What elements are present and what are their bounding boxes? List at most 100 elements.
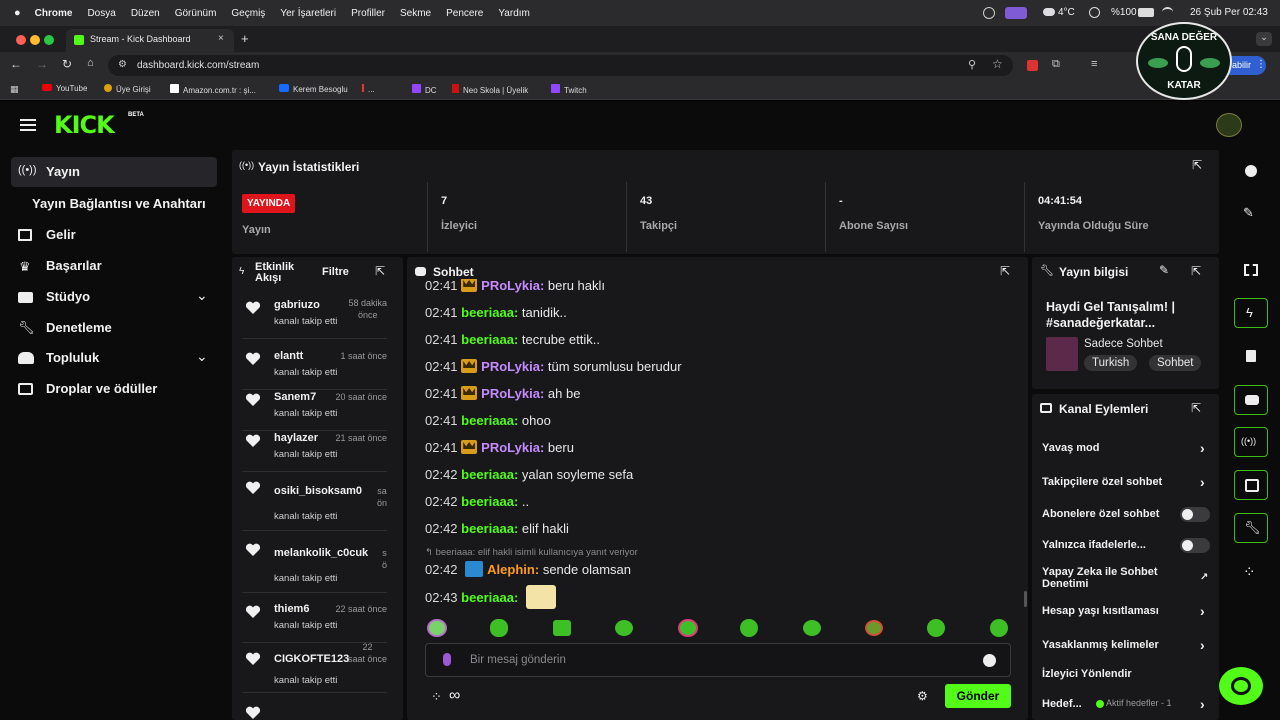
new-tab-button[interactable]: + [241,31,249,46]
tag-chip[interactable]: Sohbet [1149,355,1202,371]
wifi-icon[interactable] [1162,7,1173,17]
subscribers-only-toggle[interactable] [1180,507,1210,522]
send-button[interactable]: Gönder [945,684,1011,708]
emote-3[interactable] [553,620,571,636]
bookmark-neo-skola[interactable]: Neo Skola | Üyelik [452,84,528,95]
sidebar-item-studyo[interactable]: Stüdyo ⌄ [18,287,218,309]
action-ai-moderation[interactable]: Yapay Zeka ile Sohbet Denetimi ↗ [1042,566,1210,590]
rail-button-moderation[interactable]: 🔧︎ [1234,513,1268,543]
bookmark-amazon[interactable]: Amazon.com.tr : şi... [170,84,256,95]
expand-icon[interactable]: ⇱ [375,264,385,278]
emote-4[interactable] [615,620,633,636]
menu-item[interactable]: Görünüm [175,8,217,19]
sidebar-item-droplar[interactable]: Droplar ve ödüller [18,381,218,401]
menu-item[interactable]: Düzen [131,8,160,19]
hamburger-menu-icon[interactable] [20,119,36,131]
msg-username[interactable]: beeriaaa [461,467,514,482]
extension-icon[interactable] [1027,60,1038,71]
rail-button-chat[interactable] [1234,385,1268,415]
sidebar-item-denetleme[interactable]: 🔧︎ Denetleme [18,320,218,340]
msg-username[interactable]: beeriaaa [461,305,514,320]
rail-button-lightning[interactable]: ϟ [1234,298,1268,328]
clock[interactable]: 26 Şub Per 02:43 [1190,7,1268,18]
apple-icon[interactable]: ● [14,7,21,19]
msg-username[interactable]: PRoLykia [481,279,540,293]
emote-2[interactable] [490,619,508,637]
home-icon[interactable]: ⌂ [87,57,94,69]
action-goals[interactable]: Hedef... Aktif hedefler - 1 › [1042,697,1210,711]
emote-5[interactable] [678,619,698,637]
close-window-button[interactable] [16,35,26,45]
menu-item[interactable]: Profiller [351,8,385,19]
filter-button[interactable]: Filtre [322,266,349,278]
support-button[interactable] [1219,667,1263,705]
menu-item[interactable]: Pencere [446,8,483,19]
emote-6[interactable] [740,619,758,637]
action-host-viewers[interactable]: İzleyici Yönlendir [1042,668,1210,680]
kick-logo[interactable]: KICK [54,111,115,139]
menu-dots-icon[interactable]: ⋮ [1256,59,1266,70]
sidebar-item-yayin[interactable]: ((•)) Yayın [11,157,217,187]
expand-icon[interactable]: ⇱ [1000,264,1010,278]
screenshot-icon[interactable] [1244,264,1258,276]
zoom-window-button[interactable] [44,35,54,45]
microphone-icon[interactable] [443,653,451,666]
edit-icon[interactable]: ✎ [1243,205,1254,221]
infinity-icon[interactable]: ∞ [449,687,460,705]
sidebar-item-gelir[interactable]: Gelir [18,227,218,247]
edit-pencil-icon[interactable]: ✎ [1159,263,1169,277]
category-name[interactable]: Sadece Sohbet [1084,338,1163,350]
action-account-age[interactable]: Hesap yaşı kısıtlaması › [1042,604,1210,618]
rail-button-actions[interactable] [1234,470,1268,500]
msg-username[interactable]: beeriaaa [461,494,514,509]
forward-icon[interactable]: → [36,57,48,71]
url-text[interactable]: dashboard.kick.com/stream [137,60,259,71]
address-field[interactable]: ⚙ dashboard.kick.com/stream ⚲ ☆ [108,55,1013,76]
emote-9[interactable] [927,619,945,637]
emote-1[interactable] [427,619,447,637]
menu-item[interactable]: Geçmiş [231,8,265,19]
msg-username[interactable]: Alephin [487,562,535,577]
msg-username[interactable]: beeriaaa [461,413,514,428]
rail-button-broadcast[interactable]: ((•)) [1234,427,1268,457]
menu-item[interactable]: Dosya [87,8,115,19]
expand-icon[interactable]: ⇱ [1192,158,1202,172]
event-username[interactable]: melankolik_c0cuk [274,547,384,559]
tab-close-icon[interactable]: × [218,33,224,44]
msg-username[interactable]: beeriaaa [461,590,514,605]
menu-item[interactable]: Yardım [498,8,530,19]
screen-icon[interactable] [1005,7,1027,19]
chat-input-box[interactable]: Bir mesaj gönderin [425,643,1011,677]
reload-icon[interactable]: ↻ [62,57,72,71]
sidebar-item-basarilar[interactable]: ♛ Başarılar [18,258,218,278]
category-thumbnail[interactable] [1046,337,1078,371]
mods-icon[interactable]: ⁘ [1243,563,1256,581]
zoom-icon[interactable]: ⚲ [968,58,976,71]
apps-grid-icon[interactable]: ▦ [10,84,19,95]
menu-item[interactable]: Sekme [400,8,431,19]
play-icon[interactable] [1089,7,1100,18]
msg-username[interactable]: PRoLykia [481,440,540,455]
tab-search-button[interactable]: ⌄ [1256,32,1272,46]
chevron-down-icon[interactable]: ⌄ [196,348,208,365]
user-avatar[interactable] [1216,113,1242,137]
bookmark-star-icon[interactable]: ☆ [992,57,1003,71]
msg-username[interactable]: PRoLykia [481,386,540,401]
expand-icon[interactable]: ⇱ [1191,264,1201,278]
site-info-icon[interactable]: ⚙ [118,59,127,70]
notes-icon[interactable] [1246,350,1256,362]
info-icon[interactable] [1245,165,1257,177]
mods-icon[interactable]: ⁘ [431,689,442,705]
action-banned-words[interactable]: Yasaklanmış kelimeler › [1042,638,1210,652]
emote-10[interactable] [990,619,1008,637]
control-center-icon[interactable] [983,7,995,19]
chevron-down-icon[interactable]: ⌄ [196,287,208,304]
emotes-only-toggle[interactable] [1180,538,1210,553]
tag-chip[interactable]: Turkish [1084,355,1138,371]
chat-scrollbar[interactable] [1024,591,1027,607]
expand-icon[interactable]: ⇱ [1191,401,1201,415]
msg-username[interactable]: beeriaaa [461,521,514,536]
bookmark-youtube[interactable]: YouTube [42,84,87,93]
emote-8[interactable] [865,620,883,636]
extensions-puzzle-icon[interactable]: ⧉ [1052,58,1060,71]
